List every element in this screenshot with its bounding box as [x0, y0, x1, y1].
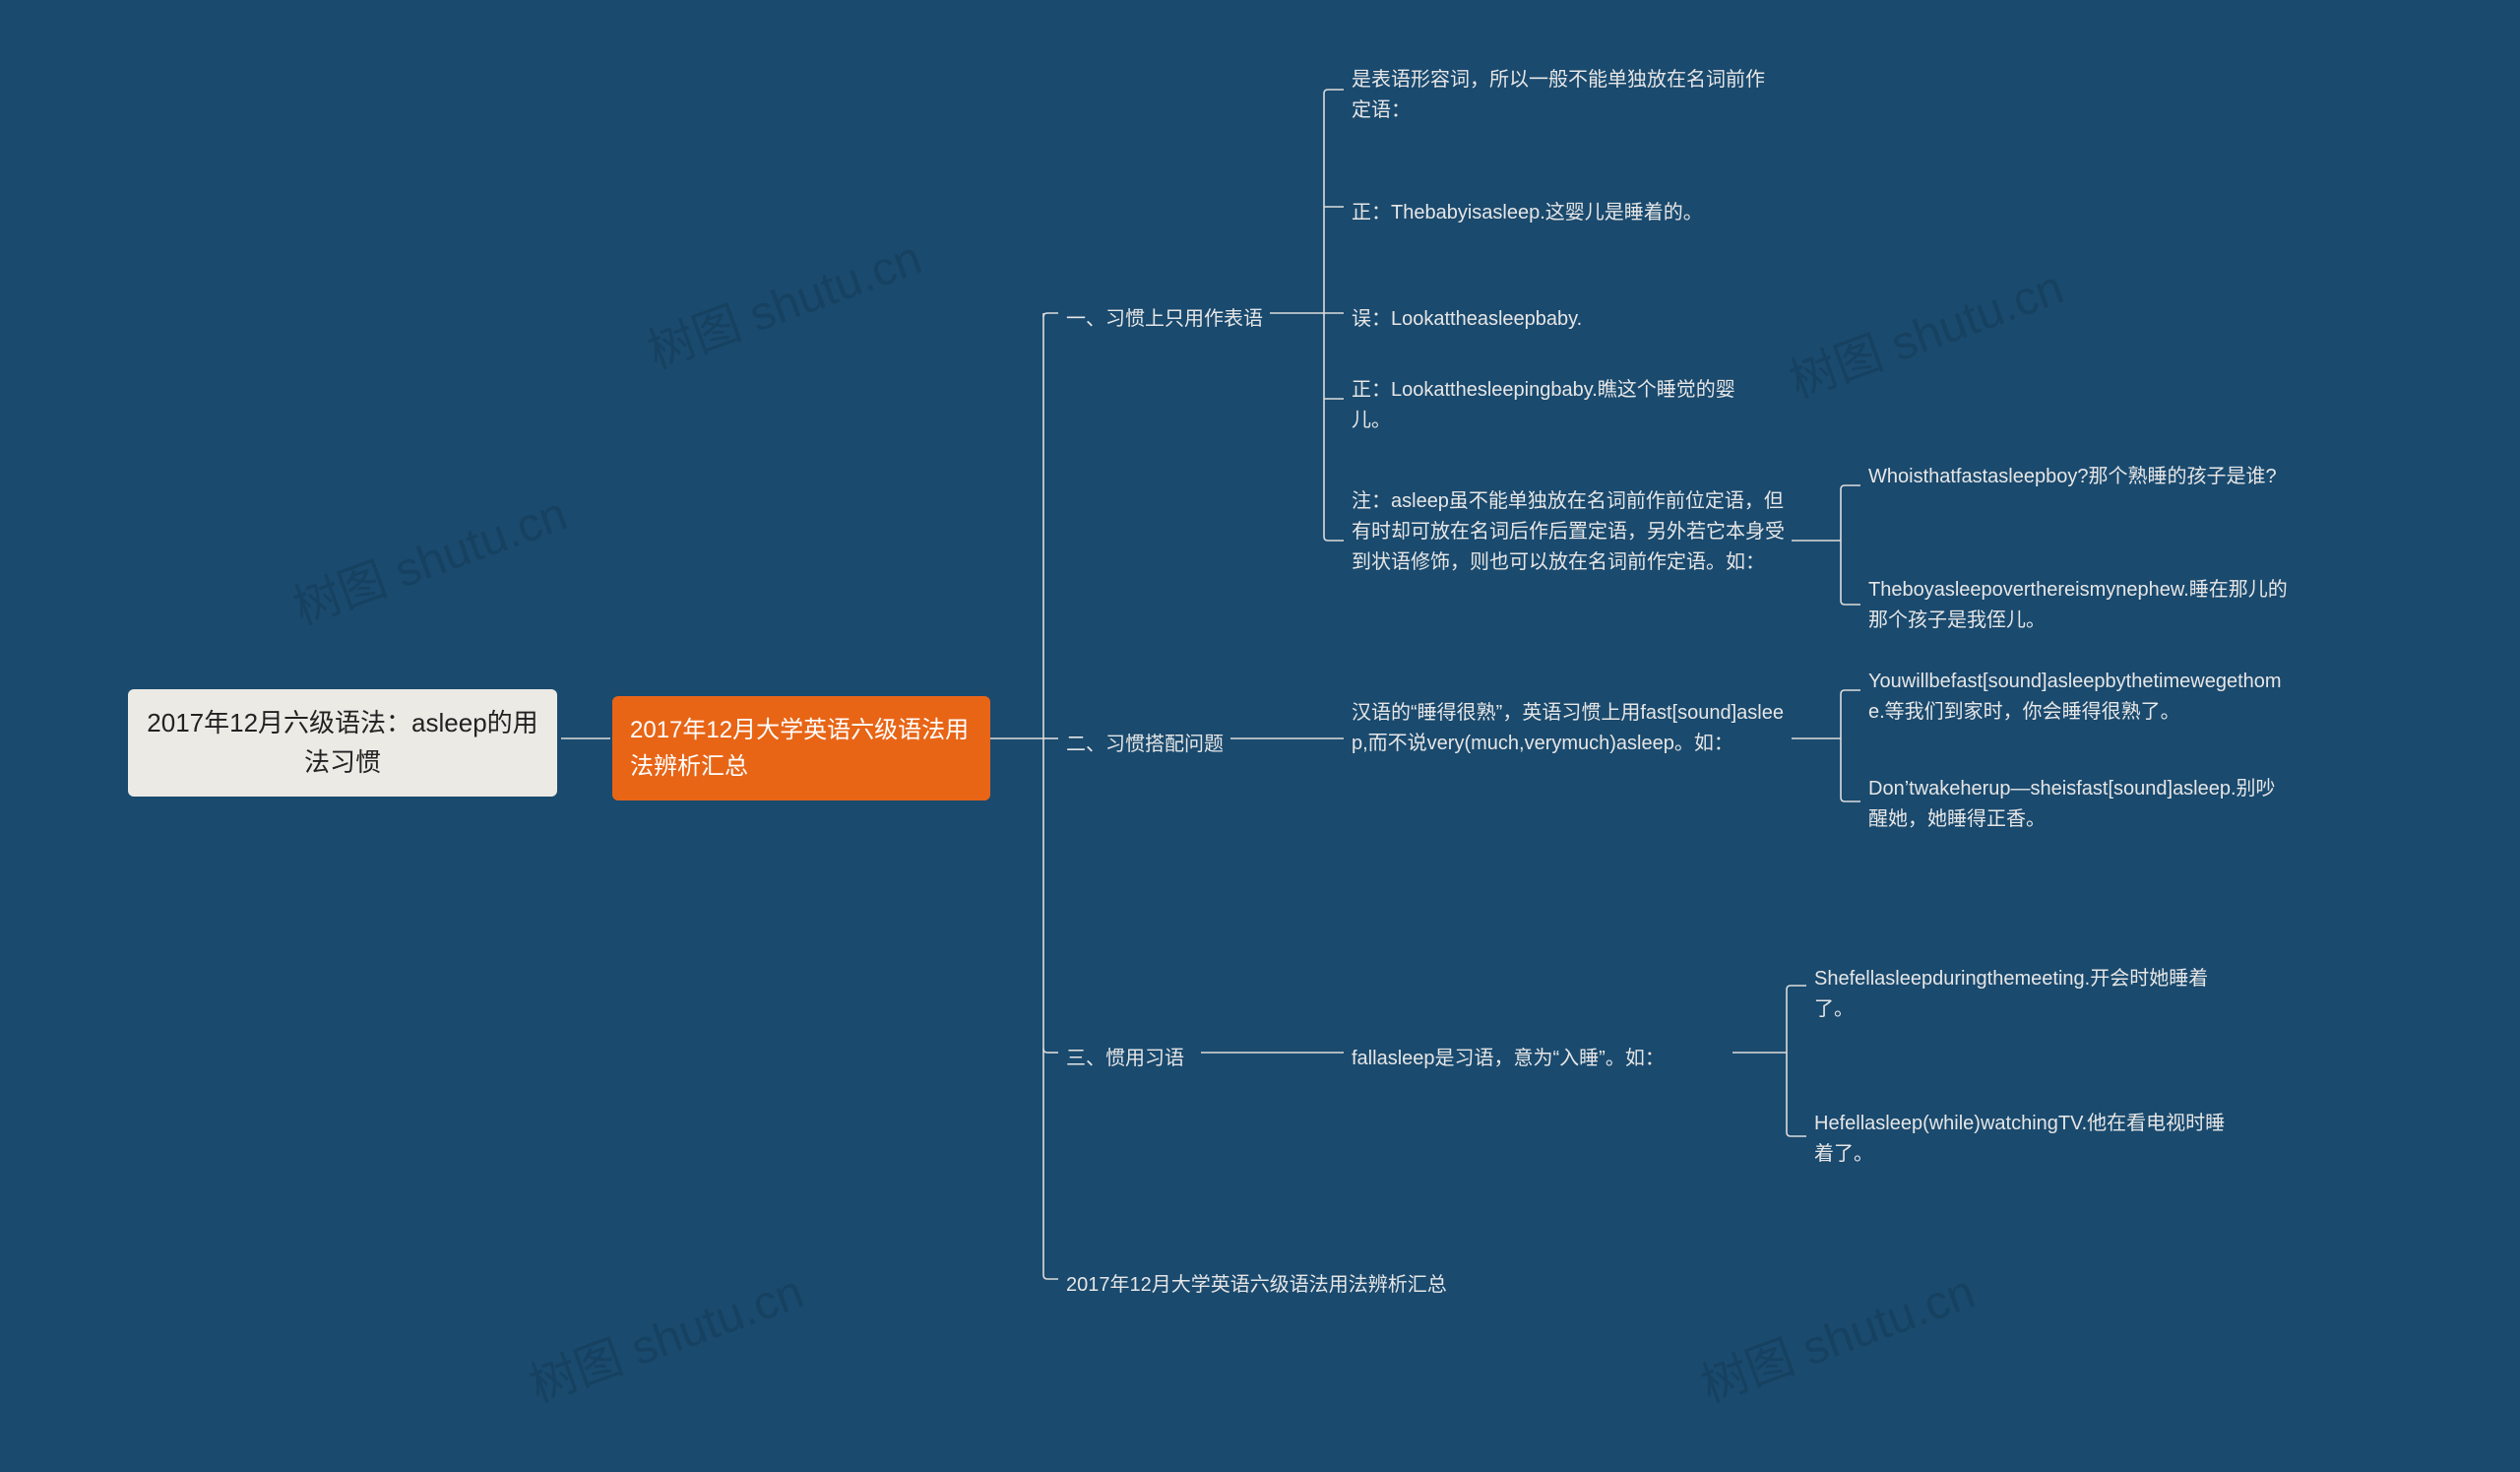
leaf-node[interactable]: 正：Thebabyisasleep.这婴儿是睡着的。 — [1344, 194, 1773, 232]
note-node[interactable]: 注：asleep虽不能单独放在名词前作前位定语，但有时却可放在名词后作后置定语，… — [1344, 482, 1802, 582]
leaf-node[interactable]: Whoisthatfastasleepboy?那个熟睡的孩子是谁? — [1860, 458, 2300, 496]
note-node[interactable]: fallasleep是习语，意为“入睡”。如： — [1344, 1040, 1753, 1078]
leaf-node[interactable]: Hefellasleep(while)watchingTV.他在看电视时睡着了。 — [1806, 1105, 2245, 1174]
leaf-node[interactable]: Shefellasleepduringthemeeting.开会时她睡着了。 — [1806, 960, 2245, 1029]
note-node[interactable]: 汉语的“睡得很熟”，英语习惯上用fast[sound]asleep,而不说ver… — [1344, 694, 1802, 763]
leaf-node[interactable]: 是表语形容词，所以一般不能单独放在名词前作定语： — [1344, 61, 1773, 130]
section-heading-predicative[interactable]: 一、习惯上只用作表语 — [1058, 300, 1281, 339]
section-summary-link[interactable]: 2017年12月大学英语六级语法用法辨析汇总 — [1058, 1266, 1527, 1305]
watermark: 树图 shutu.cn — [1779, 248, 2071, 411]
leaf-node[interactable]: 正：Lookatthesleepingbaby.瞧这个睡觉的婴儿。 — [1344, 371, 1773, 440]
leaf-node[interactable]: Youwillbefast[sound]asleepbythetimeweget… — [1860, 663, 2300, 732]
root-node[interactable]: 2017年12月六级语法：asleep的用法习惯 — [128, 689, 557, 797]
leaf-node[interactable]: 误：Lookattheasleepbaby. — [1344, 300, 1773, 339]
watermark: 树图 shutu.cn — [519, 1252, 811, 1415]
leaf-node[interactable]: Theboyasleepoverthereismynephew.睡在那儿的那个孩… — [1860, 571, 2300, 640]
sub-root-node[interactable]: 2017年12月大学英语六级语法用法辨析汇总 — [612, 696, 990, 800]
leaf-node[interactable]: Don’twakeherup—sheisfast[sound]asleep.别吵… — [1860, 770, 2300, 839]
watermark: 树图 shutu.cn — [1690, 1252, 1983, 1415]
section-heading-collocation[interactable]: 二、习惯搭配问题 — [1058, 726, 1251, 764]
watermark: 树图 shutu.cn — [283, 475, 575, 637]
section-heading-idiom[interactable]: 三、惯用习语 — [1058, 1040, 1222, 1078]
watermark: 树图 shutu.cn — [637, 219, 929, 381]
mindmap-canvas: 树图 shutu.cn 树图 shutu.cn 树图 shutu.cn 树图 s… — [0, 0, 2520, 1472]
